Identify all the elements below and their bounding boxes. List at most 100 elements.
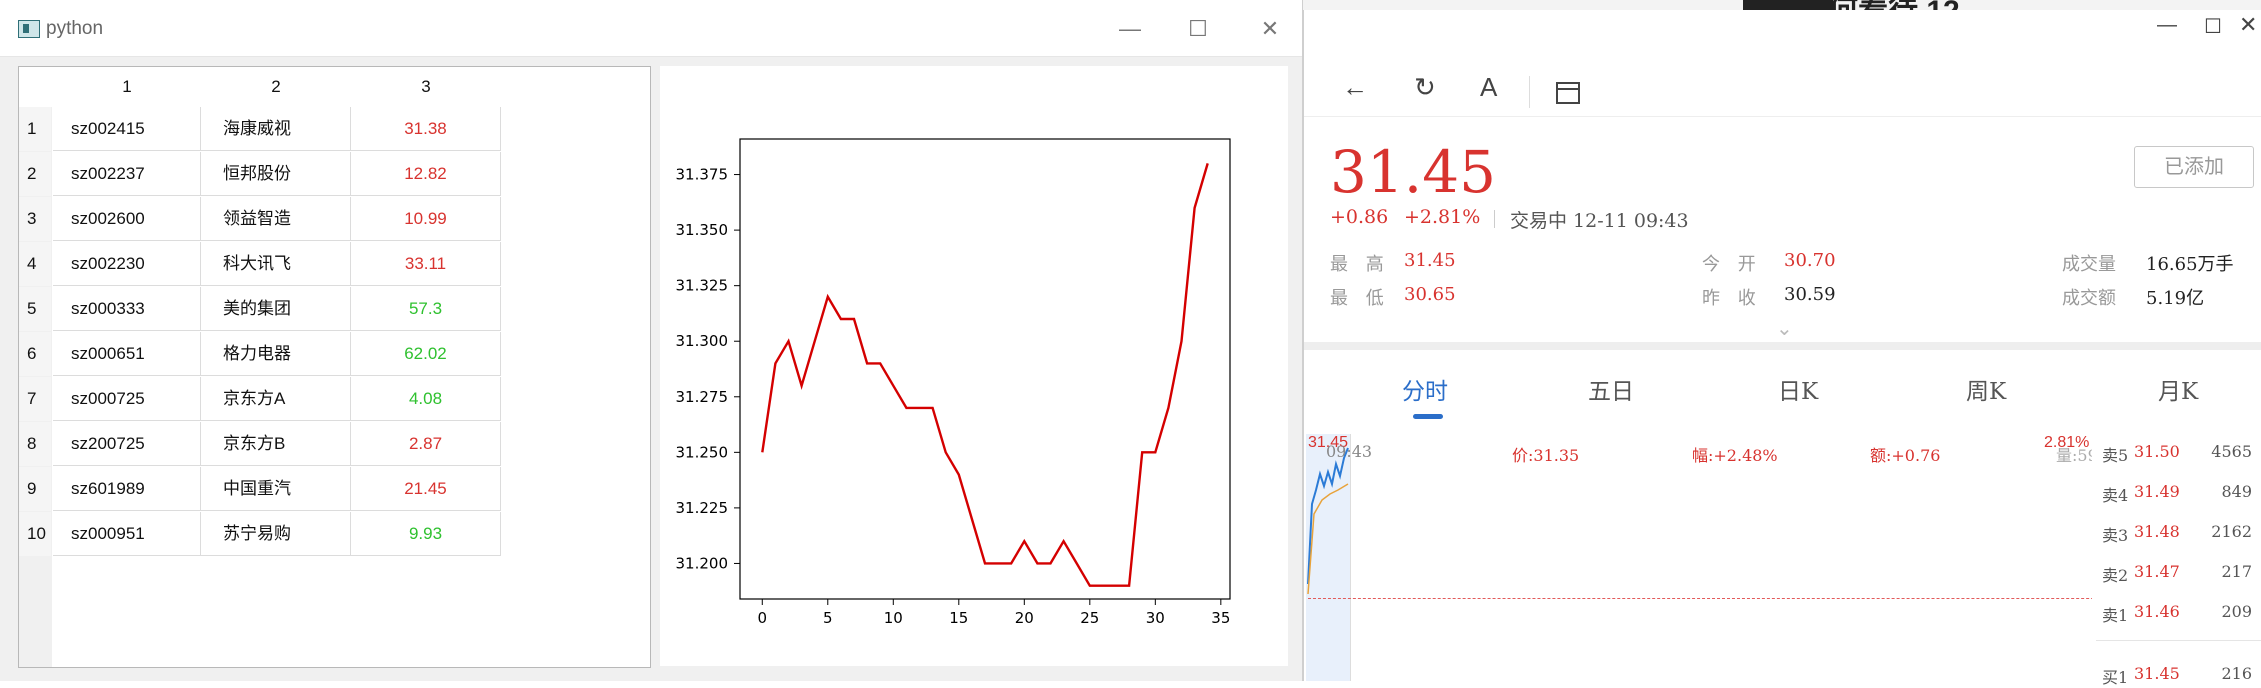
background-strip: 如何看待 12	[1303, 0, 2261, 28]
stock-code-cell[interactable]: sz601989	[53, 467, 201, 511]
y-tick-label: 31.375	[676, 166, 729, 184]
stock-price-cell[interactable]: 21.45	[351, 467, 501, 511]
font-icon[interactable]: A	[1480, 72, 1497, 103]
active-tab-indicator	[1413, 414, 1443, 419]
row-number: 9	[19, 467, 51, 511]
order-book: 卖5 31.50 4565 卖4 31.49 849 卖3 31.48 2162 卖2 31.47 2…	[2092, 434, 2261, 687]
x-tick-label: 20	[1015, 609, 1034, 627]
stock-name-cell[interactable]: 海康威视	[201, 107, 351, 151]
section-divider	[1304, 342, 2261, 350]
order-book-label: 买1	[2102, 668, 2129, 687]
price-change-percent: +2.81%	[1404, 206, 1481, 228]
stock-price-cell[interactable]: 10.99	[351, 197, 501, 241]
y-tick-label: 31.300	[676, 332, 729, 350]
tab-five-day[interactable]: 五日	[1588, 372, 1634, 406]
window-icon[interactable]	[1556, 82, 1580, 104]
column-header-2[interactable]: 2	[201, 67, 351, 107]
stock-code-cell[interactable]: sz002600	[53, 197, 201, 241]
stock-name-cell[interactable]: 京东方B	[201, 422, 351, 466]
low-value: 30.65	[1404, 284, 1456, 305]
stock-price-cell[interactable]: 31.38	[351, 107, 501, 151]
order-book-price: 31.46	[2134, 602, 2180, 621]
stock-price-cell[interactable]: 2.87	[351, 422, 501, 466]
stock-code-cell[interactable]: sz002415	[53, 107, 201, 151]
stock-code-cell[interactable]: sz002237	[53, 152, 201, 196]
low-label: 最 低	[1330, 288, 1390, 309]
stock-name-cell[interactable]: 美的集团	[201, 287, 351, 331]
stock-code-cell[interactable]: sz000651	[53, 332, 201, 376]
stock-price-cell[interactable]: 33.11	[351, 242, 501, 286]
stock-table[interactable]: 1 2 3 1 sz002415 海康威视 31.38 2 sz002237 恒邦股份 12.…	[18, 66, 651, 668]
stock-price-cell[interactable]: 57.3	[351, 287, 501, 331]
back-icon[interactable]: ←	[1342, 72, 1368, 103]
stock-name-cell[interactable]: 中国重汽	[201, 467, 351, 511]
stock-price-cell[interactable]: 12.82	[351, 152, 501, 196]
maximize-icon[interactable]: ☐	[2204, 14, 2222, 39]
y-tick-label: 31.325	[676, 277, 729, 295]
stock-name-cell[interactable]: 恒邦股份	[201, 152, 351, 196]
refresh-icon[interactable]: ↻	[1414, 72, 1436, 103]
order-book-label: 卖4	[2102, 486, 2129, 505]
order-book-volume: 217	[2221, 562, 2252, 581]
order-book-label: 卖3	[2102, 526, 2129, 545]
stock-code-cell[interactable]: sz200725	[53, 422, 201, 466]
tab-daily-k[interactable]: 日K	[1778, 372, 1818, 406]
high-value: 31.45	[1404, 250, 1456, 271]
stock-code-cell[interactable]: sz002230	[53, 242, 201, 286]
line-chart: 0 5 10 15 20 25 30 35 31.200 31.225 31.250 31.275 31…	[660, 66, 1288, 666]
close-button[interactable]: ✕	[1250, 14, 1290, 44]
window-title: python	[46, 18, 104, 39]
order-book-volume: 849	[2221, 482, 2252, 501]
current-price: 31.45	[1330, 138, 1497, 206]
x-tick-label: 5	[823, 609, 833, 627]
stock-price-cell[interactable]: 62.02	[351, 332, 501, 376]
app-icon	[18, 20, 40, 38]
column-header-1[interactable]: 1	[53, 67, 201, 107]
row-number: 8	[19, 422, 51, 466]
x-tick-label: 15	[949, 609, 968, 627]
row-number: 10	[19, 512, 51, 556]
hover-amount: 额:+0.76	[1870, 446, 1941, 465]
x-tick-label: 25	[1080, 609, 1099, 627]
stock-name-cell[interactable]: 京东方A	[201, 377, 351, 421]
stock-name-cell[interactable]: 苏宁易购	[201, 512, 351, 556]
x-tick-label: 10	[884, 609, 903, 627]
trading-status: 交易中 12-11 09:43	[1510, 210, 1689, 232]
order-book-label: 卖2	[2102, 566, 2129, 585]
row-number: 7	[19, 377, 51, 421]
prev-close-label: 昨 收	[1702, 288, 1762, 309]
order-book-volume: 2162	[2211, 522, 2252, 541]
stock-code-cell[interactable]: sz000333	[53, 287, 201, 331]
minimize-button[interactable]: —	[1110, 14, 1150, 44]
order-book-price: 31.48	[2134, 522, 2180, 541]
order-book-price: 31.47	[2134, 562, 2180, 581]
maximize-button[interactable]: ☐	[1178, 14, 1218, 44]
row-number: 1	[19, 107, 51, 151]
stock-code-cell[interactable]: sz000725	[53, 377, 201, 421]
chevron-down-icon[interactable]: ⌄	[1776, 316, 1793, 341]
stock-price-cell[interactable]: 9.93	[351, 512, 501, 556]
close-icon[interactable]: ✕	[2239, 12, 2257, 38]
stock-name-cell[interactable]: 领益智造	[201, 197, 351, 241]
stock-name-cell[interactable]: 科大讯飞	[201, 242, 351, 286]
minimize-icon[interactable]: —	[2157, 14, 2177, 37]
tab-weekly-k[interactable]: 周K	[1966, 372, 2006, 406]
tab-intraday[interactable]: 分时	[1402, 372, 1448, 406]
order-book-price: 31.45	[2134, 664, 2180, 683]
stock-name-cell[interactable]: 格力电器	[201, 332, 351, 376]
column-header-3[interactable]: 3	[351, 67, 501, 107]
time-tag: 09:43	[1326, 442, 1373, 461]
toolbar-divider	[1529, 76, 1530, 108]
intraday-line-svg	[1307, 447, 1349, 595]
background-partial-block	[1743, 0, 1833, 10]
stock-code-cell[interactable]: sz000951	[53, 512, 201, 556]
order-book-label: 卖1	[2102, 606, 2129, 625]
order-book-price: 31.49	[2134, 482, 2180, 501]
added-button[interactable]: 已添加	[2134, 146, 2254, 188]
tab-monthly-k[interactable]: 月K	[2158, 372, 2198, 406]
amount-label: 成交额	[2062, 288, 2116, 309]
row-number: 5	[19, 287, 51, 331]
y-tick-label: 31.250	[676, 443, 729, 461]
order-book-volume: 209	[2221, 602, 2252, 621]
stock-price-cell[interactable]: 4.08	[351, 377, 501, 421]
